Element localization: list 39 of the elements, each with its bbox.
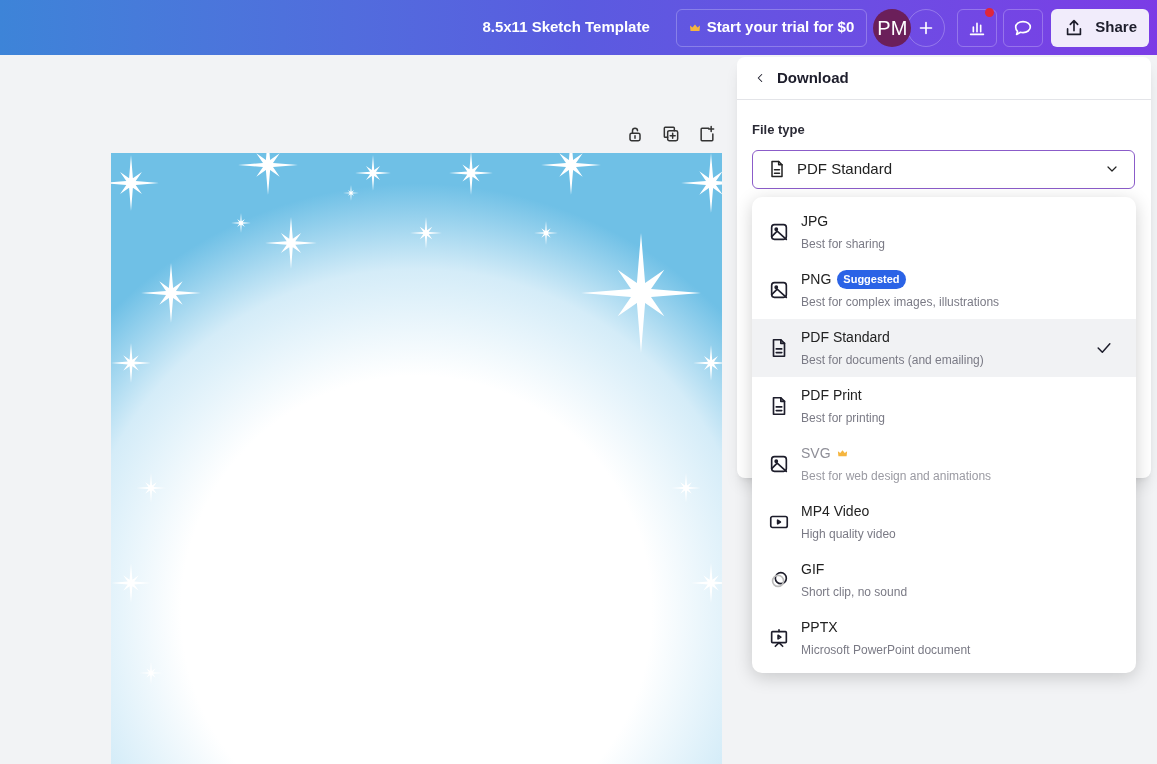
- option-description: Best for sharing: [801, 236, 887, 253]
- option-description: Microsoft PowerPoint document: [801, 642, 972, 659]
- file-type-option[interactable]: PDF Print Best for printing: [752, 377, 1136, 435]
- image-icon: [768, 279, 790, 301]
- document-title: 8.5x11 Sketch Template: [482, 17, 650, 38]
- file-type-dropdown[interactable]: PDF Standard: [752, 149, 1135, 189]
- image-icon: [768, 221, 790, 243]
- field-label: File type: [752, 121, 806, 139]
- duplicate-icon[interactable]: [661, 124, 681, 144]
- back-button[interactable]: Download: [753, 66, 849, 90]
- option-name: PDF Print: [801, 386, 862, 405]
- add-page-icon[interactable]: [697, 124, 717, 144]
- trial-button[interactable]: Start your trial for $0: [675, 8, 868, 47]
- user-avatar[interactable]: PM: [873, 8, 912, 47]
- option-name: SVG: [801, 444, 831, 463]
- option-description: Best for printing: [801, 410, 887, 427]
- file-type-option[interactable]: MP4 Video High quality video: [752, 493, 1136, 551]
- option-name: GIF: [801, 560, 825, 579]
- file-type-option[interactable]: PDF Standard Best for documents (and emailing): [752, 319, 1136, 377]
- suggested-badge: Suggested: [837, 270, 906, 289]
- option-description: High quality video: [801, 526, 897, 543]
- insights-button[interactable]: [957, 8, 998, 47]
- option-description: Best for documents (and emailing): [801, 352, 985, 369]
- option-name: PDF Standard: [801, 328, 890, 347]
- share-button[interactable]: Share: [1051, 8, 1149, 47]
- option-name: MP4 Video: [801, 502, 870, 521]
- option-description: Short clip, no sound: [801, 584, 909, 601]
- file-type-option[interactable]: PNG Suggested Best for complex images, illustrations: [752, 261, 1136, 319]
- comment-button[interactable]: [1003, 8, 1044, 47]
- file-type-option[interactable]: GIF Short clip, no sound: [752, 551, 1136, 609]
- option-description: Best for web design and animations: [801, 468, 993, 485]
- option-name: JPG: [801, 212, 829, 231]
- image-icon: [768, 453, 790, 475]
- file-type-option[interactable]: JPG Best for sharing: [752, 203, 1136, 261]
- option-description: Best for complex images, illustrations: [801, 294, 1001, 311]
- file-type-option[interactable]: PPTX Microsoft PowerPoint document: [752, 609, 1136, 667]
- presentation-icon: [768, 627, 790, 649]
- option-name: PNG: [801, 270, 832, 289]
- option-name: PPTX: [801, 618, 838, 637]
